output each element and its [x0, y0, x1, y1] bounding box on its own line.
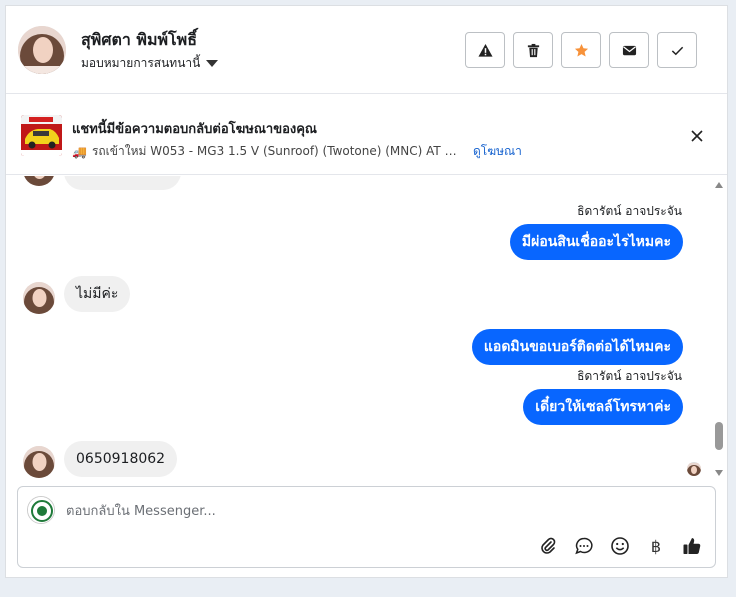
- baht-icon: ฿: [650, 536, 662, 556]
- message-scrollbar[interactable]: [711, 176, 727, 482]
- star-button[interactable]: [561, 32, 601, 68]
- check-icon: [671, 46, 683, 55]
- like-icon: [683, 538, 701, 554]
- close-banner-button[interactable]: [689, 128, 705, 144]
- mark-done-button[interactable]: [657, 32, 697, 68]
- message-bubble-outgoing[interactable]: มีผ่อนสินเชื่ออะไรไหมคะ: [509, 224, 683, 260]
- contact-avatar-small: [23, 446, 55, 478]
- scroll-up-arrow[interactable]: [715, 182, 723, 188]
- contact-avatar-small: [23, 282, 55, 314]
- read-receipt-avatar: [687, 462, 701, 476]
- warning-icon: [477, 43, 493, 57]
- conversation-panel: สุพิศตา พิมพ์โพธิ์ มอบหมายการสนทนานี้ แช…: [5, 5, 728, 578]
- scroll-down-arrow[interactable]: [715, 470, 723, 476]
- saved-reply-icon: [575, 537, 593, 555]
- emoji-button[interactable]: [609, 535, 631, 557]
- star-icon: [574, 43, 588, 56]
- ad-banner-title: แชทนี้มีข้อความตอบกลับต่อโฆษณาของคุณ: [72, 122, 317, 137]
- page-avatar: [27, 496, 55, 524]
- mail-icon: [622, 45, 636, 55]
- report-spam-button[interactable]: [465, 32, 505, 68]
- message-bubble-incoming[interactable]: [64, 176, 181, 190]
- message-bubble-incoming[interactable]: ไม่มีค่ะ: [64, 276, 131, 312]
- conversation-header: สุพิศตา พิมพ์โพธิ์ มอบหมายการสนทนานี้: [6, 6, 727, 94]
- scrollbar-thumb[interactable]: [715, 422, 723, 450]
- message-bubble-incoming[interactable]: 0650918062: [64, 441, 178, 477]
- emoji-icon: [611, 537, 629, 555]
- chevron-down-icon: [206, 60, 219, 67]
- assign-label: มอบหมายการสนทนานี้: [81, 56, 201, 70]
- attach-button[interactable]: [537, 535, 559, 557]
- mark-unread-button[interactable]: [609, 32, 649, 68]
- composer-tools: ฿: [537, 535, 703, 557]
- reply-input[interactable]: [66, 501, 686, 521]
- ad-description-row: 🚚 รถเข้าใหม่ W053 - MG3 1.5 V (Sunroof) …: [72, 142, 522, 161]
- trash-icon: [527, 43, 539, 57]
- message-bubble-outgoing[interactable]: แอดมินขอเบอร์ติดต่อได้ไหมคะ: [471, 329, 683, 365]
- view-ad-link[interactable]: ดูโฆษณา: [473, 142, 522, 161]
- sender-name: ธิดารัตน์ อาจประจัน: [577, 369, 682, 383]
- sender-name: ธิดารัตน์ อาจประจัน: [577, 204, 682, 218]
- header-actions: [465, 32, 697, 68]
- delete-button[interactable]: [513, 32, 553, 68]
- truck-icon: 🚚: [72, 144, 87, 159]
- assign-conversation-dropdown[interactable]: มอบหมายการสนทนานี้: [81, 54, 219, 73]
- saved-replies-button[interactable]: [573, 535, 595, 557]
- close-icon: [691, 130, 703, 142]
- contact-avatar[interactable]: [18, 26, 66, 74]
- ad-thumbnail[interactable]: [21, 115, 62, 156]
- message-list: ธิดารัตน์ อาจประจัน มีผ่อนสินเชื่ออะไรไห…: [6, 176, 727, 482]
- ad-reply-banner: แชทนี้มีข้อความตอบกลับต่อโฆษณาของคุณ 🚚 ร…: [6, 95, 727, 175]
- attachment-icon: [541, 537, 556, 554]
- message-bubble-outgoing[interactable]: เดี๋ยวให้เซลล์โทรหาค่ะ: [523, 389, 683, 425]
- contact-avatar-small: [23, 176, 55, 186]
- like-button[interactable]: [681, 535, 703, 557]
- contact-name: สุพิศตา พิมพ์โพธิ์: [81, 30, 197, 49]
- ad-description: รถเข้าใหม่ W053 - MG3 1.5 V (Sunroof) (T…: [91, 144, 464, 158]
- payment-button[interactable]: ฿: [645, 535, 667, 557]
- reply-composer: ฿: [17, 486, 716, 568]
